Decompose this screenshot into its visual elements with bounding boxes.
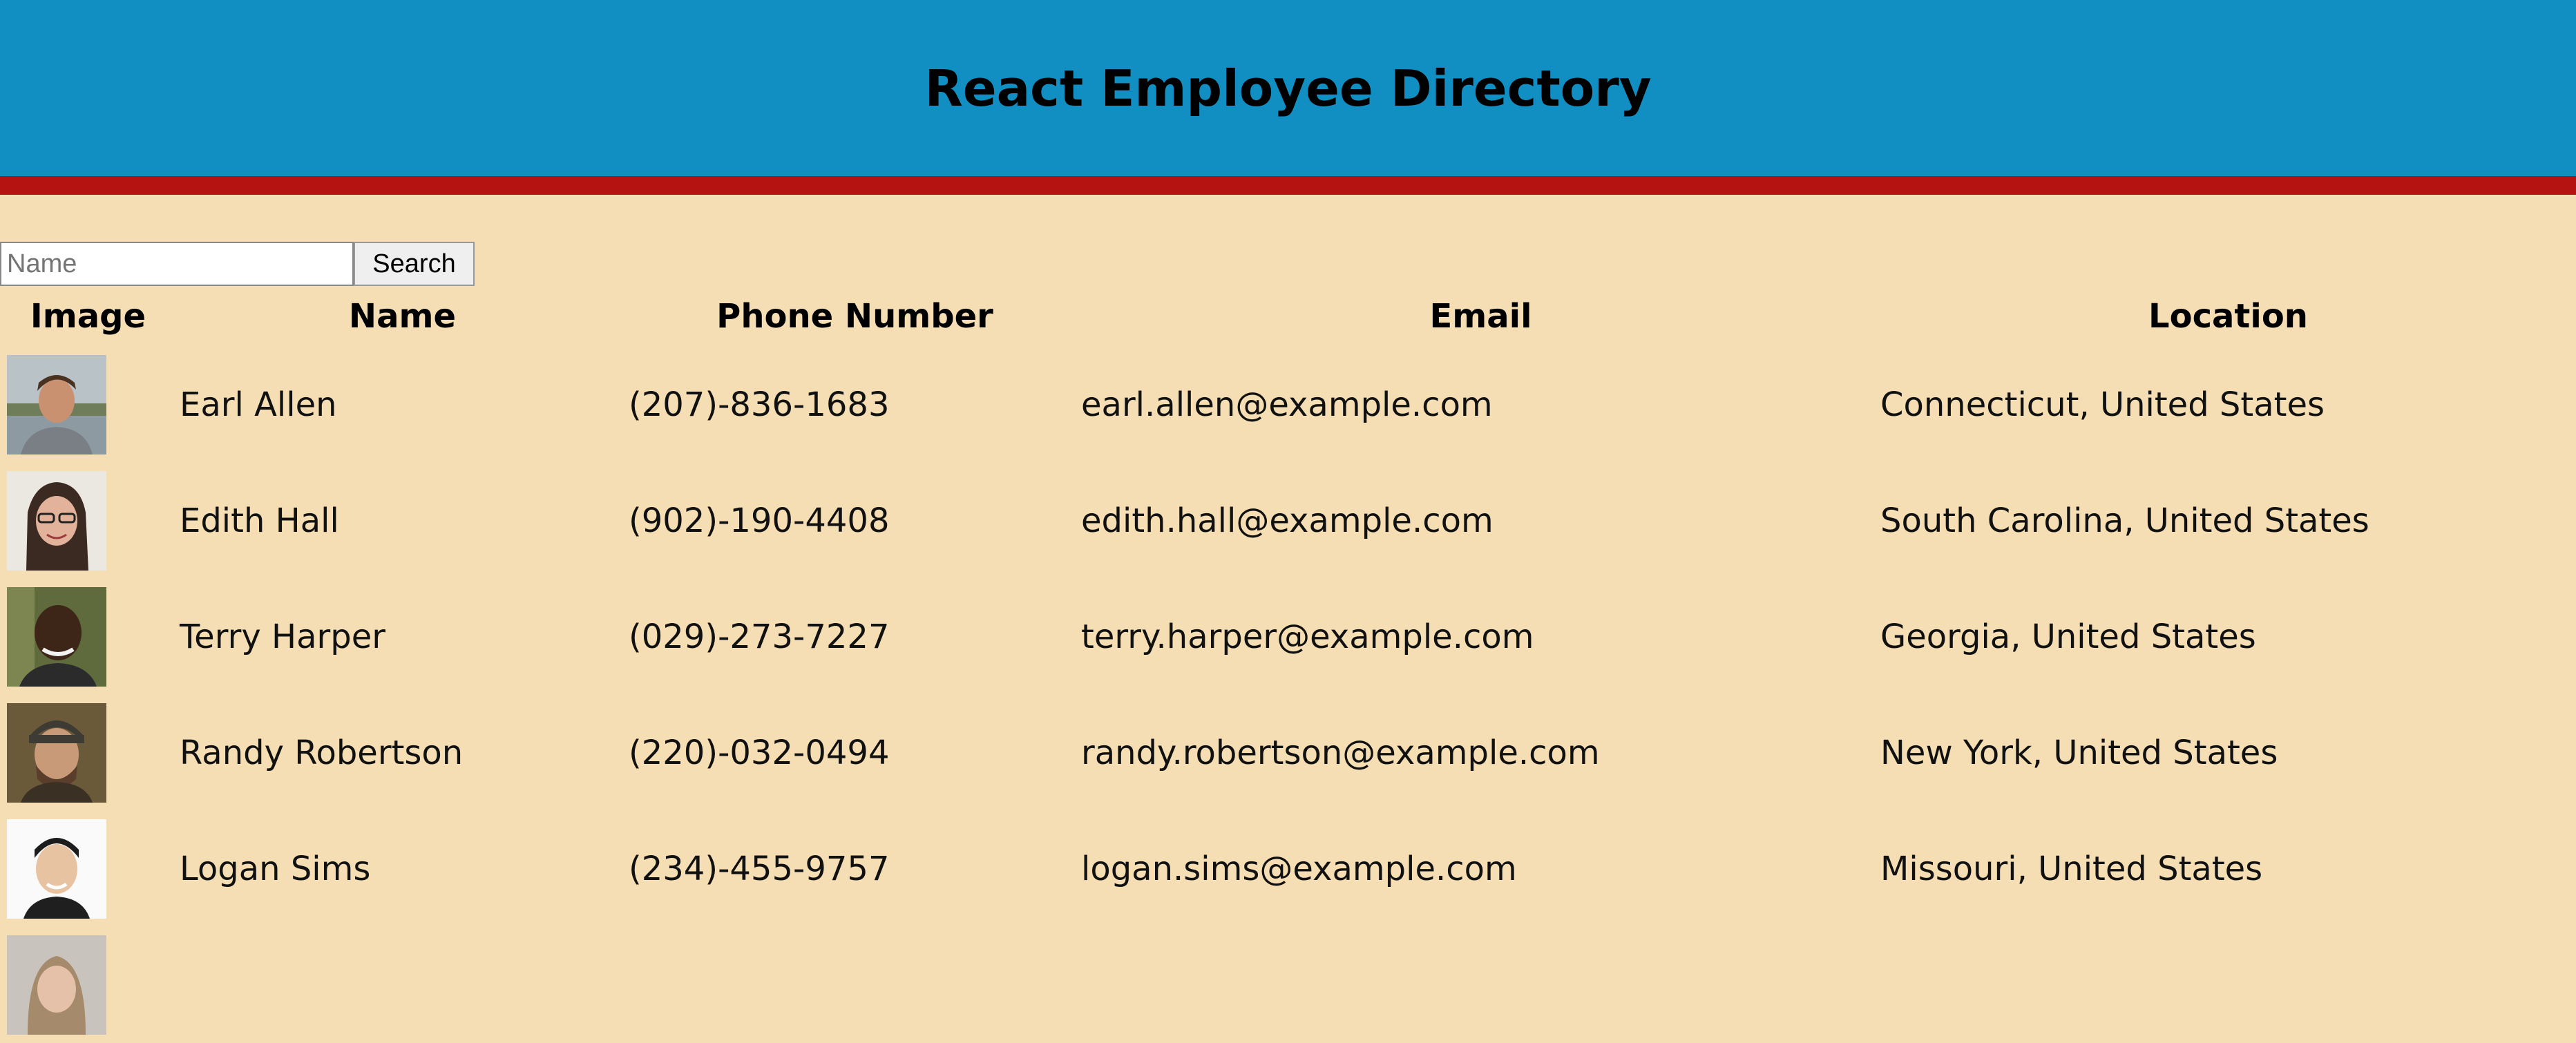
image-cell bbox=[0, 347, 176, 463]
column-header-phone[interactable]: Phone Number bbox=[629, 286, 1081, 347]
employee-phone: (029)-273-7227 bbox=[629, 618, 890, 656]
employee-phone: (234)-455-9757 bbox=[629, 850, 890, 888]
employee-location: Georgia, United States bbox=[1880, 618, 2256, 656]
table-row: Randy Robertson (220)-032-0494 randy.rob… bbox=[0, 695, 2576, 811]
employee-photo bbox=[7, 935, 106, 1035]
employee-photo bbox=[7, 355, 106, 454]
employee-location bbox=[1880, 927, 2576, 1043]
image-cell bbox=[0, 695, 176, 811]
image-cell bbox=[0, 463, 176, 579]
employee-phone: (207)-836-1683 bbox=[629, 385, 890, 424]
employee-email: terry.harper@example.com bbox=[1081, 618, 1534, 656]
app-header: React Employee Directory bbox=[0, 0, 2576, 176]
employee-email: edith.hall@example.com bbox=[1081, 501, 1494, 540]
employee-name: Edith Hall bbox=[180, 501, 339, 540]
employee-photo bbox=[7, 819, 106, 919]
employee-phone: (902)-190-4408 bbox=[629, 501, 890, 540]
search-button[interactable]: Search bbox=[354, 242, 475, 286]
employee-photo bbox=[7, 703, 106, 803]
employee-name bbox=[176, 927, 629, 1043]
table-row: Edith Hall (902)-190-4408 edith.hall@exa… bbox=[0, 463, 2576, 579]
search-form: Search bbox=[0, 242, 475, 286]
page-title: React Employee Directory bbox=[924, 59, 1652, 117]
table-row: Terry Harper (029)-273-7227 terry.harper… bbox=[0, 579, 2576, 695]
image-cell bbox=[0, 579, 176, 695]
employee-location: Missouri, United States bbox=[1880, 850, 2263, 888]
employee-email bbox=[1081, 927, 1880, 1043]
column-header-name[interactable]: Name bbox=[176, 286, 629, 347]
header-divider bbox=[0, 176, 2576, 195]
image-cell bbox=[0, 811, 176, 927]
employee-table: Image Name Phone Number Email Location E… bbox=[0, 286, 2576, 1043]
employee-photo bbox=[7, 471, 106, 571]
table-row: Earl Allen (207)-836-1683 earl.allen@exa… bbox=[0, 347, 2576, 463]
employee-location: New York, United States bbox=[1880, 734, 2278, 772]
employee-name: Randy Robertson bbox=[180, 734, 464, 772]
employee-name: Logan Sims bbox=[180, 850, 371, 888]
employee-name: Terry Harper bbox=[180, 618, 385, 656]
employee-email: logan.sims@example.com bbox=[1081, 850, 1517, 888]
employee-phone bbox=[629, 927, 1081, 1043]
table-row: Logan Sims (234)-455-9757 logan.sims@exa… bbox=[0, 811, 2576, 927]
employee-location: South Carolina, United States bbox=[1880, 501, 2369, 540]
column-header-image[interactable]: Image bbox=[0, 286, 176, 347]
column-header-email[interactable]: Email bbox=[1081, 286, 1880, 347]
employee-photo bbox=[7, 587, 106, 687]
table-header-row: Image Name Phone Number Email Location bbox=[0, 286, 2576, 347]
search-input[interactable] bbox=[0, 242, 354, 286]
employee-name: Earl Allen bbox=[180, 385, 337, 424]
employee-email: earl.allen@example.com bbox=[1081, 385, 1493, 424]
employee-phone: (220)-032-0494 bbox=[629, 734, 890, 772]
column-header-location[interactable]: Location bbox=[1880, 286, 2576, 347]
employee-location: Connecticut, United States bbox=[1880, 385, 2325, 424]
employee-email: randy.robertson@example.com bbox=[1081, 734, 1600, 772]
table-row bbox=[0, 927, 2576, 1043]
image-cell bbox=[0, 927, 176, 1043]
